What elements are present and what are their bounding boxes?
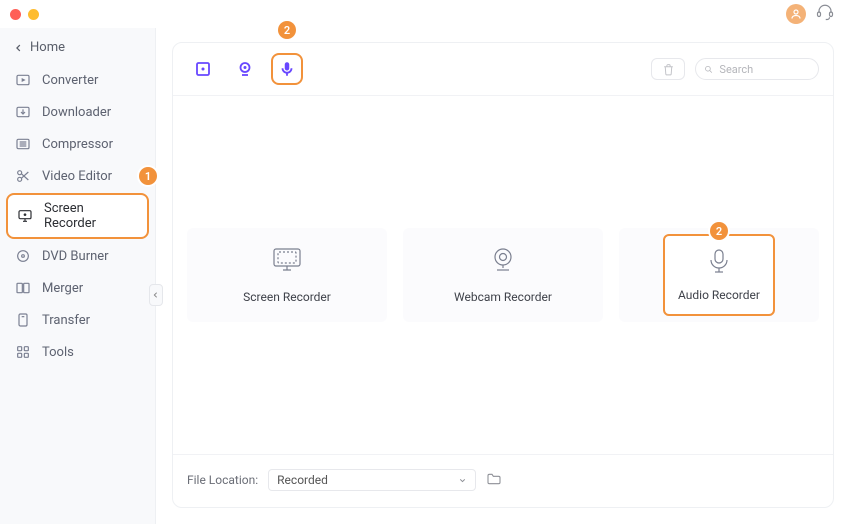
search-field[interactable] xyxy=(695,58,819,80)
recorder-choice-area: Screen Recorder Webcam Recorder 2 xyxy=(173,96,833,454)
transfer-icon xyxy=(14,311,32,329)
card-label: Webcam Recorder xyxy=(454,290,552,304)
card-label: Audio Recorder xyxy=(678,288,760,302)
footer: File Location: Recorded xyxy=(173,454,833,507)
mode-tabs: 2 xyxy=(187,53,303,85)
sidebar-collapse-button[interactable] xyxy=(149,284,163,306)
annotation-badge-1: 1 xyxy=(139,167,157,185)
sidebar-item-label: Compressor xyxy=(42,137,113,152)
annotation-badge-2b: 2 xyxy=(710,222,728,240)
sidebar-item-downloader[interactable]: Downloader xyxy=(6,97,149,127)
card-label: Screen Recorder xyxy=(243,290,331,304)
sidebar-item-label: Tools xyxy=(42,345,74,360)
mode-tab-audio[interactable]: 2 xyxy=(271,53,303,85)
sidebar-item-screen-recorder[interactable]: Screen Recorder xyxy=(6,193,149,239)
close-window-button[interactable] xyxy=(10,9,21,20)
card-screen-recorder[interactable]: Screen Recorder xyxy=(187,228,387,322)
home-label: Home xyxy=(30,40,65,55)
annotation-badge-2: 2 xyxy=(278,21,296,39)
open-folder-button[interactable] xyxy=(486,471,502,490)
compressor-icon xyxy=(14,135,32,153)
merger-icon xyxy=(14,279,32,297)
minimize-window-button[interactable] xyxy=(28,9,39,20)
webcam-recorder-card-icon xyxy=(490,246,516,276)
toolbar: 2 xyxy=(173,43,833,96)
sidebar-item-compressor[interactable]: Compressor xyxy=(6,129,149,159)
tools-icon xyxy=(14,343,32,361)
sidebar-item-transfer[interactable]: Transfer xyxy=(6,305,149,335)
card-audio-recorder[interactable]: Audio Recorder xyxy=(663,234,775,316)
screen-recorder-icon xyxy=(16,207,34,225)
sidebar-item-video-editor[interactable]: Video Editor 1 xyxy=(6,161,149,191)
mode-tab-webcam[interactable] xyxy=(229,53,261,85)
support-icon[interactable] xyxy=(816,3,834,25)
sidebar-item-label: Video Editor xyxy=(42,169,112,184)
chevron-down-icon xyxy=(458,476,467,485)
sidebar-nav: Converter Downloader Compressor xyxy=(0,65,155,367)
sidebar-item-dvd-burner[interactable]: DVD Burner xyxy=(6,241,149,271)
mode-tab-screen[interactable] xyxy=(187,53,219,85)
user-avatar[interactable] xyxy=(786,4,806,24)
sidebar: Home Converter Downloader xyxy=(0,28,156,524)
sidebar-item-converter[interactable]: Converter xyxy=(6,65,149,95)
home-link[interactable]: Home xyxy=(0,28,155,65)
file-location-label: File Location: xyxy=(187,473,258,487)
search-input[interactable] xyxy=(719,63,810,76)
sidebar-item-label: Transfer xyxy=(42,313,90,328)
sidebar-item-label: Screen Recorder xyxy=(44,201,139,231)
audio-recorder-card-icon xyxy=(708,248,730,278)
window-controls xyxy=(10,9,39,20)
panel: 2 xyxy=(172,42,834,508)
file-location-value: Recorded xyxy=(277,473,328,487)
sidebar-item-label: Converter xyxy=(42,73,98,88)
sidebar-item-label: DVD Burner xyxy=(42,249,109,264)
titlebar xyxy=(0,0,850,28)
converter-icon xyxy=(14,71,32,89)
screen-recorder-card-icon xyxy=(272,246,302,276)
dvd-burner-icon xyxy=(14,247,32,265)
clear-list-button[interactable] xyxy=(651,58,685,80)
sidebar-item-label: Downloader xyxy=(42,105,111,120)
downloader-icon xyxy=(14,103,32,121)
main-area: 2 xyxy=(156,28,850,524)
sidebar-item-merger[interactable]: Merger xyxy=(6,273,149,303)
sidebar-item-label: Merger xyxy=(42,281,83,296)
sidebar-item-tools[interactable]: Tools xyxy=(6,337,149,367)
card-audio-outer: 2 Audio Recorder xyxy=(619,228,819,322)
video-editor-icon xyxy=(14,167,32,185)
file-location-select[interactable]: Recorded xyxy=(268,469,476,491)
card-webcam-recorder[interactable]: Webcam Recorder xyxy=(403,228,603,322)
